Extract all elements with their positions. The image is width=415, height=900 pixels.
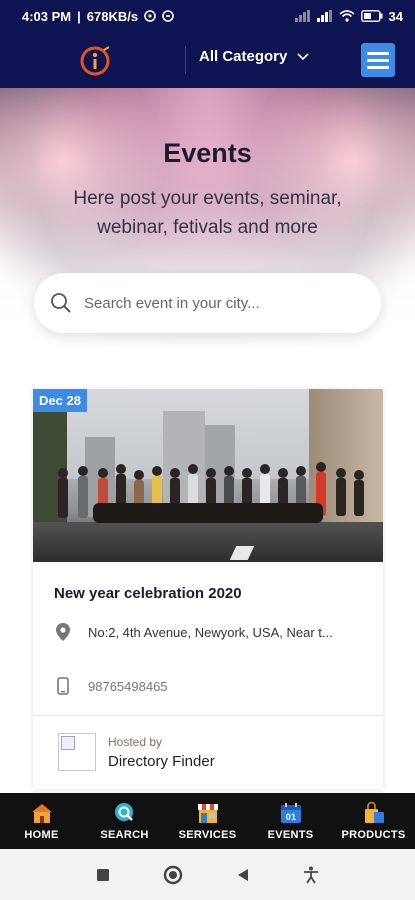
calendar-icon: 01	[280, 803, 301, 823]
shopping-bag-icon	[364, 801, 384, 823]
home-button[interactable]	[163, 865, 183, 885]
battery-icon	[360, 10, 383, 22]
crowd-illustration	[58, 462, 364, 523]
hosted-by-label: Hosted by	[108, 735, 163, 749]
nav-services-label: SERVICES	[178, 829, 237, 841]
hamburger-menu-button[interactable]	[361, 43, 395, 77]
event-date-badge: Dec 28	[33, 389, 87, 412]
app-logo-icon[interactable]	[78, 44, 112, 78]
home-icon	[31, 804, 52, 823]
phone-text: 98765498465	[88, 678, 168, 694]
nav-products-label: PRODUCTS	[341, 829, 406, 841]
nav-search-label: SEARCH	[100, 829, 149, 841]
signal-icon-2	[316, 10, 332, 22]
back-button[interactable]	[236, 868, 250, 882]
nav-events[interactable]: 01 EVENTS	[249, 793, 332, 849]
search-icon	[114, 803, 133, 821]
network-speed: 678KB/s	[86, 8, 139, 24]
host-avatar[interactable]	[58, 733, 96, 771]
search-input[interactable]	[84, 294, 354, 312]
status-bar: 4:03 PM | 678KB/s 34	[0, 0, 415, 32]
nav-services[interactable]: SERVICES	[166, 793, 249, 849]
nav-search[interactable]: SEARCH	[83, 793, 166, 849]
location-pin-icon	[54, 623, 72, 641]
menu-bar	[367, 65, 389, 69]
status-left: 4:03 PM | 678KB/s	[22, 9, 174, 24]
page-title: Events	[163, 138, 252, 168]
search-icon	[51, 293, 71, 313]
nav-events-label: EVENTS	[267, 829, 314, 841]
recent-apps-button[interactable]	[96, 868, 110, 882]
broken-image-icon	[61, 736, 75, 750]
signal-icon	[294, 10, 310, 22]
event-address: No:2, 4th Avenue, Newyork, USA, Near t..…	[54, 623, 358, 641]
address-text: No:2, 4th Avenue, Newyork, USA, Near t..…	[88, 624, 333, 640]
event-title[interactable]: New year celebration 2020	[54, 585, 242, 602]
store-icon	[197, 804, 218, 823]
menu-bar	[367, 58, 389, 62]
accessibility-icon[interactable]	[303, 866, 319, 884]
status-right: 34	[294, 8, 403, 24]
app-notification-icon-2	[162, 10, 174, 22]
app-header: All Category	[0, 32, 415, 88]
svg-text:01: 01	[285, 812, 296, 822]
host-name[interactable]: Directory Finder	[108, 753, 215, 770]
wifi-icon	[339, 10, 355, 22]
header-divider	[185, 46, 186, 74]
status-time: 4:03 PM	[22, 8, 72, 24]
search-bar[interactable]	[34, 273, 381, 333]
app-notification-icon	[144, 10, 156, 22]
battery-level: 34	[388, 8, 403, 24]
event-phone[interactable]: 98765498465	[54, 677, 168, 695]
category-label: All Category	[199, 48, 288, 65]
card-divider	[33, 715, 383, 716]
chevron-down-icon	[297, 52, 309, 60]
page-subtitle: Here post your events, seminar, webinar,…	[73, 188, 342, 238]
nav-home-label: HOME	[24, 829, 59, 841]
system-navigation-bar	[0, 849, 415, 900]
bottom-nav: HOME SEARCH SERVICES 01 EVENTS PRODUCTS	[0, 793, 415, 849]
category-dropdown[interactable]: All Category	[199, 48, 309, 65]
nav-products[interactable]: PRODUCTS	[332, 793, 415, 849]
hero-banner: Events Here post your events, seminar, w…	[0, 88, 415, 378]
event-image[interactable]: Dec 28	[33, 389, 383, 562]
menu-bar	[367, 51, 389, 55]
phone-icon	[54, 677, 72, 695]
nav-home[interactable]: HOME	[0, 793, 83, 849]
event-card[interactable]: Dec 28 New year celebration 2020 No:2, 4…	[33, 389, 383, 789]
